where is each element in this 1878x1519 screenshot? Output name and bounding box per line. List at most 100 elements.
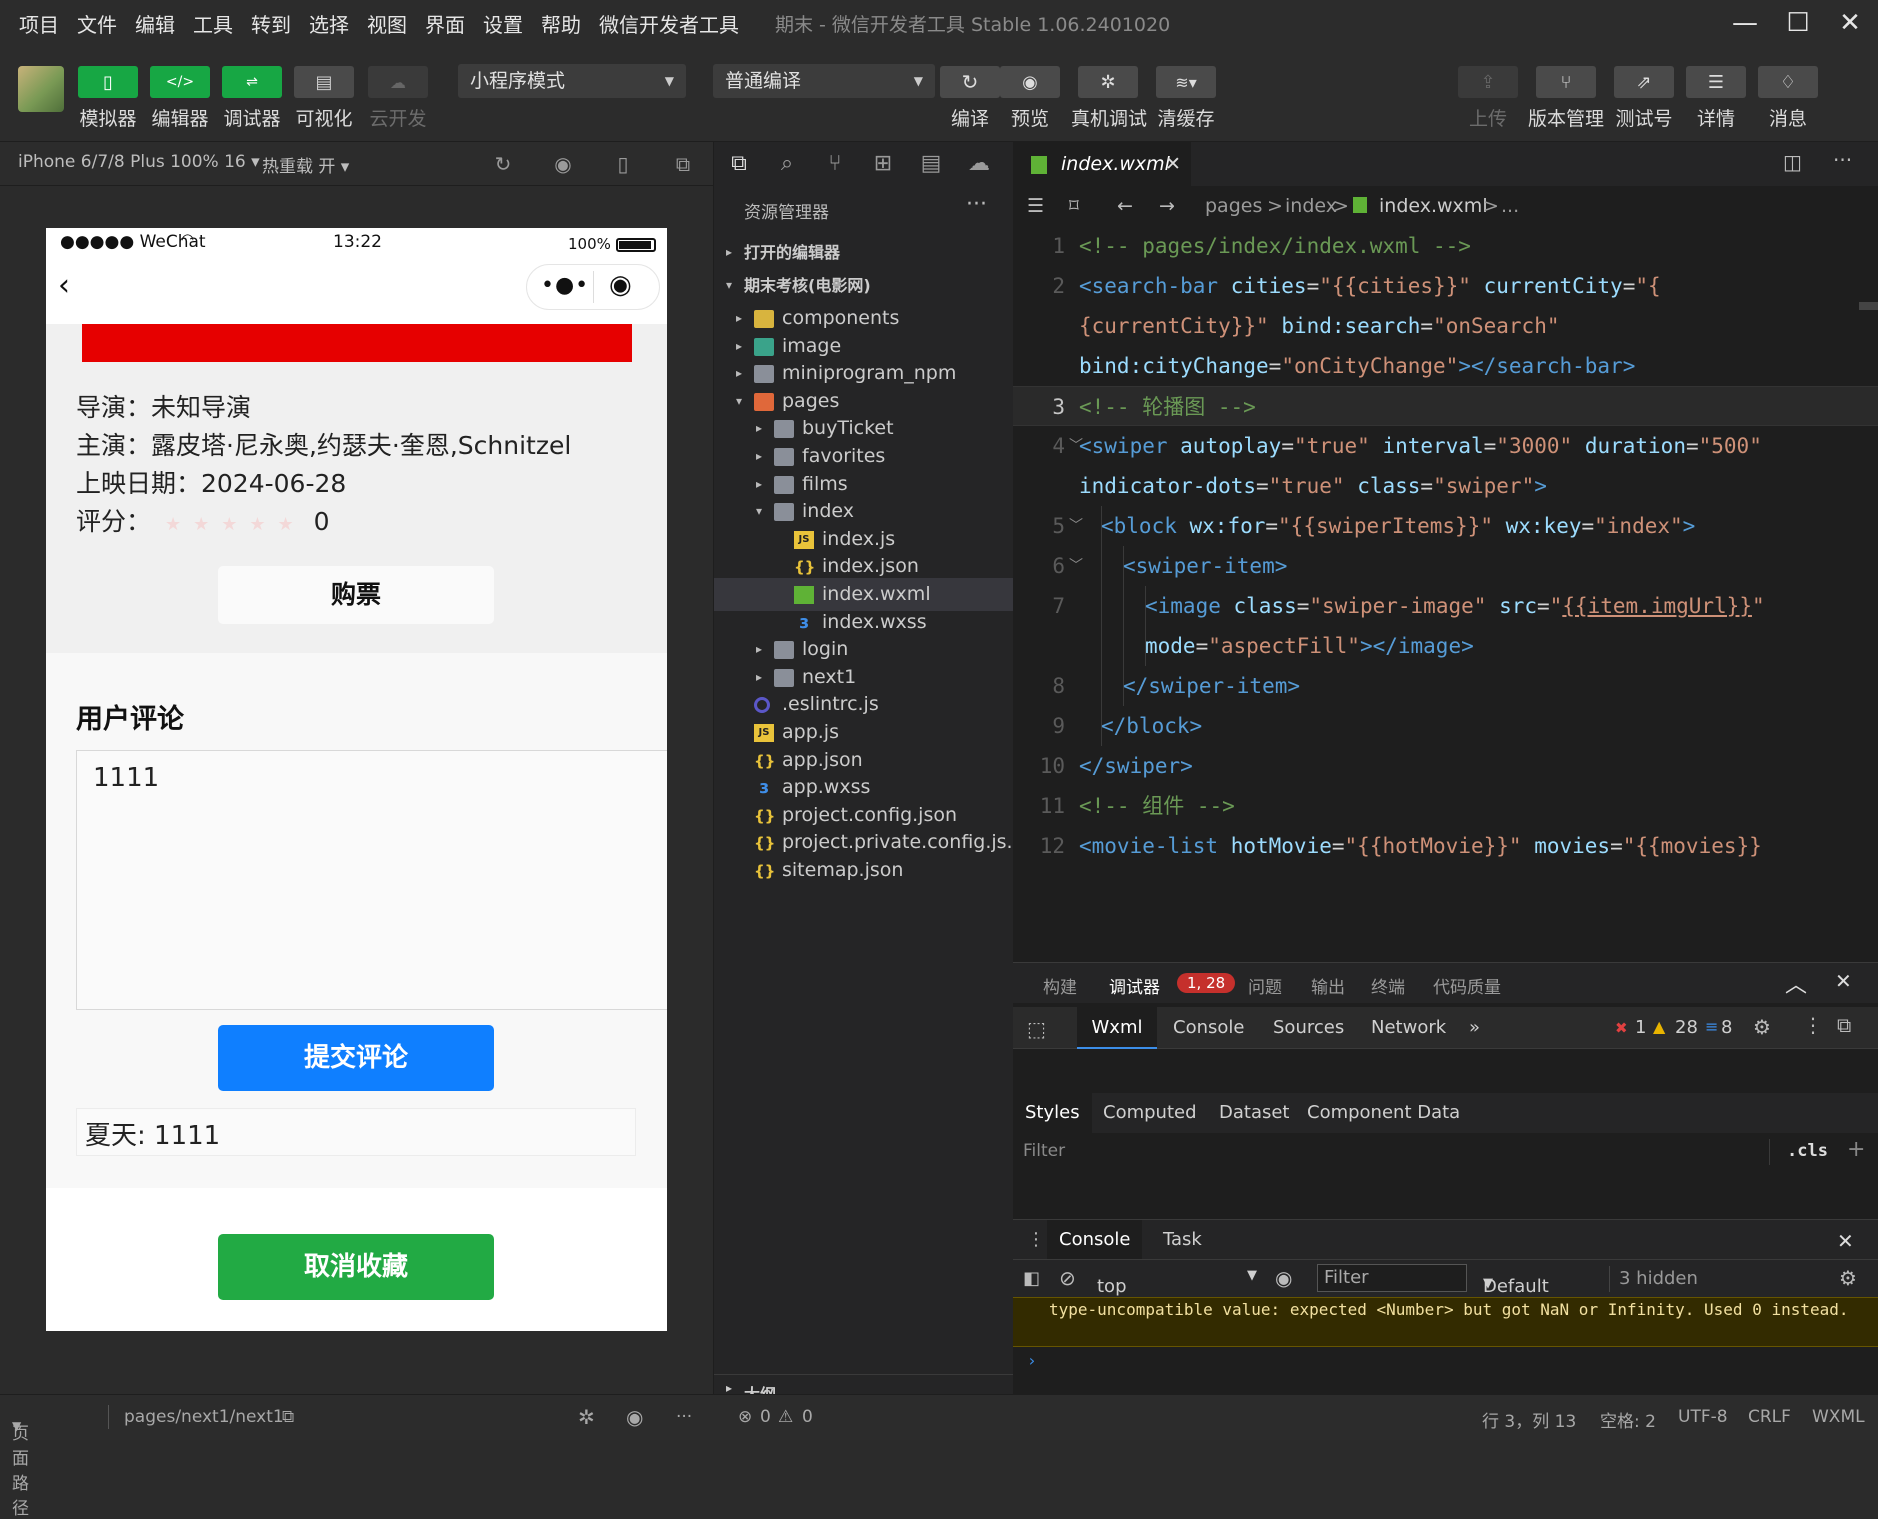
preview-button[interactable]: ◉ [1000, 66, 1060, 98]
close-drawer-icon[interactable]: ✕ [1837, 1229, 1854, 1253]
tab-network[interactable]: Network [1371, 1017, 1446, 1038]
fold-icon[interactable]: ﹀ [1069, 546, 1083, 586]
close-panel-icon[interactable]: ✕ [1835, 969, 1852, 993]
eye-icon[interactable]: ◉ [1275, 1266, 1292, 1290]
debugger-button[interactable]: ⇌ [222, 66, 282, 98]
visual-button[interactable]: ▤ [294, 66, 354, 98]
tab-wxml[interactable]: Wxml [1077, 1007, 1157, 1049]
clear-cache-button[interactable]: ≋▾ [1156, 66, 1216, 98]
more-icon[interactable]: •●• [541, 273, 589, 298]
submit-comment-button[interactable]: 提交评论 [218, 1025, 494, 1091]
bug-icon[interactable]: ✲ [578, 1405, 595, 1429]
scrollbar-thumb[interactable] [1859, 302, 1878, 310]
drawer-menu-icon[interactable]: ⋮ [1027, 1229, 1045, 1250]
tab-output[interactable]: 输出 [1311, 973, 1345, 998]
console-prompt[interactable]: › [1027, 1351, 1037, 1370]
close-window-icon[interactable]: ✕ [1830, 6, 1870, 40]
menu-item[interactable]: 文件 [68, 9, 126, 38]
test-account-button[interactable]: ⇗ [1614, 66, 1674, 98]
indentation[interactable]: 空格: 2 [1600, 1407, 1656, 1432]
split-editor-icon[interactable]: ◫ [1783, 150, 1802, 174]
breadcrumb-pages[interactable]: pages [1205, 186, 1262, 226]
source-control-icon[interactable]: ⑂ [820, 150, 850, 178]
search-icon[interactable]: ⌕ [772, 150, 802, 178]
more-actions-icon[interactable]: ··· [1833, 148, 1852, 172]
minimize-icon[interactable]: — [1725, 6, 1765, 40]
editor-tab[interactable]: index.wxml ✕ [1013, 142, 1191, 186]
device-select[interactable]: iPhone 6/7/8 Plus 100% 16 ▾ [18, 152, 260, 172]
dock-icon[interactable]: ⧉ [1837, 1013, 1851, 1037]
menu-item[interactable]: 选择 [300, 9, 358, 38]
close-tab-icon[interactable]: ✕ [1165, 142, 1181, 186]
tab-sources[interactable]: Sources [1273, 1017, 1344, 1038]
simulator-button[interactable]: ▯ [78, 66, 138, 98]
clear-console-icon[interactable]: ⊘ [1059, 1266, 1076, 1290]
tab-component-data[interactable]: Component Data [1307, 1102, 1460, 1123]
gear-icon[interactable]: ⚙ [1753, 1015, 1771, 1039]
files-icon[interactable]: ⧉ [724, 150, 754, 178]
unfavorite-button[interactable]: 取消收藏 [218, 1234, 494, 1300]
add-style-icon[interactable]: + [1847, 1137, 1865, 1162]
close-miniprogram-icon[interactable]: ◉ [609, 270, 632, 300]
layout-icon[interactable]: ▤ [916, 150, 946, 178]
editor-button[interactable]: </> [150, 66, 210, 98]
forward-arrow-icon[interactable]: → [1159, 186, 1175, 226]
styles-filter-input[interactable]: Filter [1023, 1141, 1065, 1161]
project-section[interactable]: ▾ 期末考核(电影网) [714, 269, 1014, 302]
kebab-menu-icon[interactable]: ⋮ [1803, 1013, 1823, 1037]
tab-problems[interactable]: 问题 [1248, 973, 1282, 998]
cursor-position[interactable]: 行 3，列 13 [1482, 1407, 1576, 1432]
record-icon[interactable]: ◉ [550, 152, 576, 176]
tab-code-quality[interactable]: 代码质量 [1433, 973, 1501, 998]
copy-icon[interactable]: ⧉ [282, 1407, 294, 1427]
collapse-icon[interactable]: ︿ [1785, 967, 1807, 999]
menu-item[interactable]: 视图 [358, 9, 416, 38]
tab-styles[interactable]: Styles [1013, 1093, 1092, 1133]
compile-select[interactable]: 普通编译 ▼ [713, 64, 935, 98]
tab-console-drawer[interactable]: Console [1047, 1220, 1143, 1260]
inspect-icon[interactable]: ⬚ [1027, 1017, 1046, 1041]
code-area[interactable]: 1 <!-- pages/index/index.wxml --> 2 <search… [1013, 226, 1878, 962]
console-settings-icon[interactable]: ⚙ [1839, 1266, 1857, 1290]
buy-ticket-button[interactable]: 购票 [218, 566, 494, 624]
details-button[interactable]: ☰ [1686, 66, 1746, 98]
menu-item[interactable]: 转到 [242, 9, 300, 38]
phone-icon[interactable]: ▯ [610, 152, 636, 176]
menu-item[interactable]: 微信开发者工具 [590, 9, 748, 38]
tab-computed[interactable]: Computed [1103, 1102, 1197, 1123]
mode-select[interactable]: 小程序模式 ▼ [458, 64, 686, 98]
compile-button[interactable]: ↻ [940, 66, 1000, 98]
tab-dataset[interactable]: Dataset [1219, 1102, 1290, 1123]
open-editors-section[interactable]: ▸ 打开的编辑器 [714, 236, 1014, 269]
list-icon[interactable]: ☰ [1027, 186, 1044, 226]
docker-icon[interactable]: ☁ [964, 150, 994, 178]
menu-item[interactable]: 编辑 [126, 9, 184, 38]
rotate-icon[interactable]: ↻ [490, 152, 516, 176]
encoding[interactable]: UTF-8 [1678, 1407, 1728, 1427]
sidebar-toggle-icon[interactable]: ◧ [1023, 1268, 1040, 1289]
cloud-button[interactable]: ☁ [368, 66, 428, 98]
menu-item[interactable]: 工具 [184, 9, 242, 38]
more-icon[interactable]: ··· [676, 1407, 692, 1427]
breadcrumb-more[interactable]: ... [1501, 186, 1519, 226]
fold-icon[interactable]: ﹀ [1069, 506, 1083, 546]
tab-build[interactable]: 构建 [1043, 973, 1077, 998]
tab-debugger[interactable]: 调试器 [1109, 973, 1160, 998]
popout-icon[interactable]: ⧉ [670, 152, 696, 176]
back-icon[interactable]: ‹ [58, 268, 70, 303]
tab-task[interactable]: Task [1163, 1229, 1202, 1250]
tab-console[interactable]: Console [1173, 1017, 1244, 1038]
messages-button[interactable]: ♢ [1758, 66, 1818, 98]
bookmark-icon[interactable]: ⌑ [1069, 186, 1079, 226]
tab-terminal[interactable]: 终端 [1371, 973, 1405, 998]
console-filter-input[interactable]: Filter [1317, 1264, 1467, 1292]
menu-item[interactable]: 界面 [416, 9, 474, 38]
cls-toggle[interactable]: .cls [1787, 1141, 1828, 1161]
more-tabs-icon[interactable]: » [1469, 1017, 1480, 1038]
comment-textarea[interactable]: 1111 [76, 750, 667, 1010]
extensions-icon[interactable]: ⊞ [868, 150, 898, 178]
avatar[interactable] [18, 66, 64, 112]
line-ending[interactable]: CRLF [1748, 1407, 1791, 1427]
breadcrumb-file[interactable]: index.wxml [1379, 186, 1488, 226]
tree-file[interactable]: {} sitemap.json [714, 854, 1014, 887]
